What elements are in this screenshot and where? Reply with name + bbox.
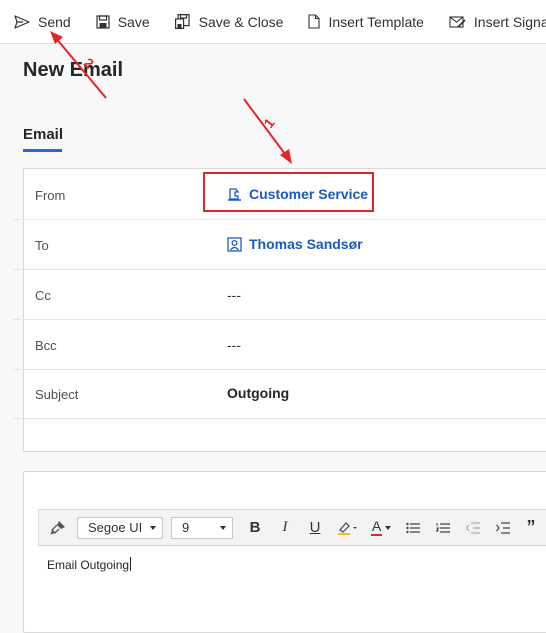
from-highlight-box xyxy=(203,172,374,212)
insert-signature-button[interactable]: Insert Signatu xyxy=(436,0,546,43)
italic-button[interactable]: I xyxy=(273,514,297,542)
save-close-icon xyxy=(174,14,190,29)
cc-row: Cc --- xyxy=(13,270,546,320)
rich-text-toolbar: Segoe UI 9 B I U A ” xyxy=(38,509,546,546)
command-bar: Send Save Save & Close Insert Template I… xyxy=(0,0,546,44)
to-row: To Thomas Sandsør xyxy=(13,220,546,270)
bulleted-list-icon xyxy=(406,522,420,533)
email-body-text: Email Outgoing xyxy=(47,558,130,572)
bcc-row: Bcc --- xyxy=(13,320,546,370)
font-size-select[interactable]: 9 xyxy=(171,516,233,539)
document-icon xyxy=(308,14,321,29)
bulleted-list-button[interactable] xyxy=(401,514,425,542)
increase-indent-button[interactable] xyxy=(491,514,515,542)
to-lookup-value[interactable]: Thomas Sandsør xyxy=(227,236,363,252)
bold-button[interactable]: B xyxy=(243,514,267,542)
font-size-value: 9 xyxy=(182,520,190,535)
annotation-arrow-1 xyxy=(243,98,292,164)
blockquote-button[interactable]: ” xyxy=(521,514,541,542)
font-family-select[interactable]: Segoe UI xyxy=(77,516,163,539)
insert-template-button[interactable]: Insert Template xyxy=(295,0,435,43)
highlighter-icon xyxy=(338,521,357,535)
to-value: Thomas Sandsør xyxy=(249,236,363,252)
text-cursor xyxy=(130,557,132,571)
font-color-button[interactable]: A xyxy=(367,514,395,542)
send-label: Send xyxy=(38,13,71,30)
paint-brush-icon xyxy=(50,521,65,535)
decrease-indent-button[interactable] xyxy=(461,514,485,542)
highlight-color-button[interactable] xyxy=(333,514,361,542)
send-icon xyxy=(14,14,30,29)
tab-email[interactable]: Email xyxy=(23,126,63,143)
page-title: New Email xyxy=(23,59,124,81)
contact-icon xyxy=(227,236,242,252)
insert-signature-label: Insert Signatu xyxy=(473,13,546,30)
font-color-swatch xyxy=(371,534,382,536)
underline-button[interactable]: U xyxy=(303,514,327,542)
bcc-label: Bcc xyxy=(35,338,57,353)
save-label: Save xyxy=(117,13,150,30)
decrease-indent-icon xyxy=(466,521,480,534)
insert-template-label: Insert Template xyxy=(328,13,424,30)
signature-icon xyxy=(449,15,466,28)
bcc-value[interactable]: --- xyxy=(227,337,241,353)
to-label: To xyxy=(35,238,49,253)
annotation-label-1: 1 xyxy=(260,115,278,131)
numbered-list-button[interactable] xyxy=(431,514,455,542)
save-icon xyxy=(96,14,110,29)
subject-row: Subject Outgoing xyxy=(13,369,546,419)
send-button[interactable]: Send xyxy=(0,0,83,43)
cc-value[interactable]: --- xyxy=(227,287,241,303)
numbered-list-icon xyxy=(436,522,450,533)
chevron-down-icon xyxy=(220,525,226,530)
chevron-down-icon xyxy=(150,525,156,530)
format-painter-button[interactable] xyxy=(45,514,71,542)
save-and-close-button[interactable]: Save & Close xyxy=(162,0,296,43)
subject-label: Subject xyxy=(35,387,79,402)
chevron-down-icon xyxy=(385,525,391,530)
subject-value[interactable]: Outgoing xyxy=(227,385,289,401)
font-family-value: Segoe UI xyxy=(88,520,143,535)
save-close-label: Save & Close xyxy=(198,13,284,30)
save-button[interactable]: Save xyxy=(83,0,162,43)
email-body-editor[interactable]: Email Outgoing xyxy=(47,557,132,572)
from-label: From xyxy=(35,188,66,203)
tab-selected-indicator xyxy=(23,149,62,152)
font-color-letter: A xyxy=(371,518,382,534)
cc-label: Cc xyxy=(35,288,51,303)
increase-indent-icon xyxy=(496,521,510,534)
email-body-card xyxy=(23,471,546,633)
